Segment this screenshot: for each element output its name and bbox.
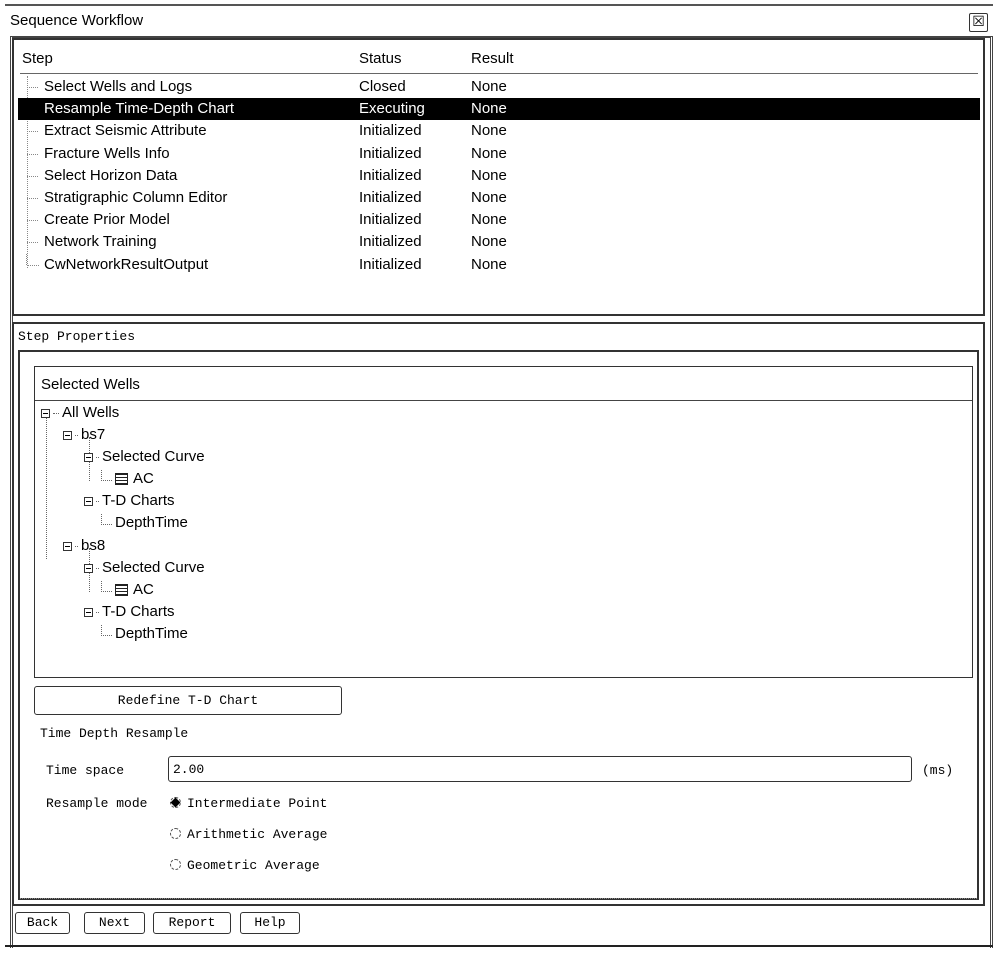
radio-button-icon[interactable] <box>170 797 181 808</box>
step-name: Resample Time-Depth Chart <box>44 100 235 118</box>
step-name: Stratigraphic Column Editor <box>44 189 228 206</box>
selected-wells-title: Selected Wells <box>41 376 140 393</box>
step-name: Fracture Wells Info <box>44 144 170 162</box>
step-status: Initialized <box>359 166 422 184</box>
help-button[interactable]: Help <box>240 912 300 934</box>
step-result: None <box>471 144 507 162</box>
tree-connector <box>26 253 41 266</box>
back-button[interactable]: Back <box>15 912 70 934</box>
step-row[interactable]: Extract Seismic Attribute Initialized None <box>18 120 980 142</box>
tree-connector <box>26 76 40 98</box>
step-status: Initialized <box>359 233 422 251</box>
resample-mode-label: Resample mode <box>46 796 148 811</box>
step-result: None <box>471 255 507 273</box>
collapse-icon[interactable] <box>84 563 93 573</box>
step-result: None <box>471 166 507 184</box>
step-row[interactable]: Create Prior Model Initialized None <box>18 209 980 231</box>
time-space-unit: (ms) <box>922 763 954 778</box>
step-status: Executing <box>359 100 425 118</box>
tree-node-selected-curve[interactable]: Selected Curve <box>84 447 205 467</box>
step-row[interactable]: Resample Time-Depth Chart Executing None <box>18 98 980 121</box>
tree-node-td-charts[interactable]: T-D Charts <box>84 491 175 511</box>
step-properties-content: Selected Wells All Wells bs7 Selected Cur… <box>18 350 979 900</box>
collapse-icon[interactable] <box>63 541 72 551</box>
collapse-icon[interactable] <box>84 607 93 617</box>
resample-mode-option[interactable]: Arithmetic Average <box>170 827 327 842</box>
tree-node-selected-curve[interactable]: Selected Curve <box>84 558 205 578</box>
tree-node-td-charts[interactable]: T-D Charts <box>84 602 175 622</box>
time-space-label: Time space <box>46 763 125 778</box>
step-properties-panel: Step Properties Selected Wells All Wells… <box>12 322 985 906</box>
tree-connector <box>26 165 40 187</box>
column-header-result[interactable]: Result <box>471 50 514 67</box>
step-row[interactable]: Fracture Wells Info Initialized None <box>18 143 980 165</box>
tree-connector <box>26 187 40 209</box>
steps-list[interactable]: Step Status Result Select Wells and Logs… <box>12 38 985 316</box>
tree-node-curve[interactable]: AC <box>101 580 154 600</box>
step-result: None <box>471 100 507 118</box>
collapse-icon[interactable] <box>63 430 72 440</box>
log-curve-icon <box>115 584 128 597</box>
column-header-step[interactable]: Step <box>22 50 53 67</box>
step-status: Initialized <box>359 255 422 273</box>
tree-connector <box>26 231 40 253</box>
step-name: CwNetworkResultOutput <box>44 255 209 273</box>
step-name: Select Wells and Logs <box>44 78 193 95</box>
collapse-icon[interactable] <box>41 408 50 418</box>
step-result: None <box>471 189 507 206</box>
step-name: Extract Seismic Attribute <box>44 122 207 140</box>
step-name: Create Prior Model <box>44 211 170 229</box>
step-name: Select Horizon Data <box>44 166 178 184</box>
step-row[interactable]: Stratigraphic Column Editor Initialized No… <box>18 187 980 209</box>
time-space-input[interactable] <box>168 756 912 782</box>
wells-header-divider <box>35 400 972 401</box>
tree-connector <box>26 209 40 231</box>
log-curve-icon <box>115 473 128 486</box>
step-status: Initialized <box>359 122 422 140</box>
resample-mode-option[interactable]: Intermediate Point <box>170 796 327 811</box>
radio-button-icon[interactable] <box>170 828 181 839</box>
close-icon: ☒ <box>972 14 985 30</box>
tree-node-curve[interactable]: AC <box>101 469 154 489</box>
radio-button-icon[interactable] <box>170 859 181 870</box>
tree-connector <box>26 143 40 165</box>
tree-node-td-chart[interactable]: DepthTime <box>101 624 188 644</box>
step-result: None <box>471 122 507 140</box>
step-result: None <box>471 233 507 251</box>
tree-connector <box>26 120 40 142</box>
tree-node-well[interactable]: bs7 <box>63 425 105 445</box>
collapse-icon[interactable] <box>84 496 93 506</box>
step-row[interactable]: Network Training Initialized None <box>18 231 980 253</box>
redefine-td-chart-button[interactable]: Redefine T-D Chart <box>34 686 342 715</box>
tree-connector <box>26 98 40 120</box>
next-button[interactable]: Next <box>84 912 145 934</box>
step-name: Network Training <box>44 233 157 251</box>
step-result: None <box>471 78 507 95</box>
window-bottom-border <box>5 945 993 947</box>
resample-mode-option[interactable]: Geometric Average <box>170 858 320 873</box>
panel-divider <box>20 898 977 899</box>
step-row[interactable]: Select Horizon Data Initialized None <box>18 165 980 187</box>
step-result: None <box>471 211 507 229</box>
tree-node-all-wells[interactable]: All Wells <box>41 403 119 423</box>
window-top-border <box>5 4 993 6</box>
column-header-status[interactable]: Status <box>359 50 402 67</box>
selected-wells-tree[interactable]: Selected Wells All Wells bs7 Selected Cur… <box>34 366 973 678</box>
collapse-icon[interactable] <box>84 452 93 462</box>
tree-node-well[interactable]: bs8 <box>63 536 105 556</box>
tree-node-td-chart[interactable]: DepthTime <box>101 513 188 533</box>
step-status: Closed <box>359 78 406 95</box>
report-button[interactable]: Report <box>153 912 231 934</box>
window-title: Sequence Workflow <box>10 12 144 29</box>
header-divider <box>20 73 978 74</box>
step-properties-title: Step Properties <box>18 329 136 344</box>
step-status: Initialized <box>359 189 422 206</box>
close-button[interactable]: ☒ <box>969 13 988 32</box>
time-depth-resample-label: Time Depth Resample <box>40 726 189 741</box>
step-status: Initialized <box>359 211 422 229</box>
step-row[interactable]: Select Wells and Logs Closed None <box>18 76 980 98</box>
step-status: Initialized <box>359 144 422 162</box>
step-row[interactable]: CwNetworkResultOutput Initialized None <box>18 253 980 276</box>
tree-line <box>46 415 47 559</box>
